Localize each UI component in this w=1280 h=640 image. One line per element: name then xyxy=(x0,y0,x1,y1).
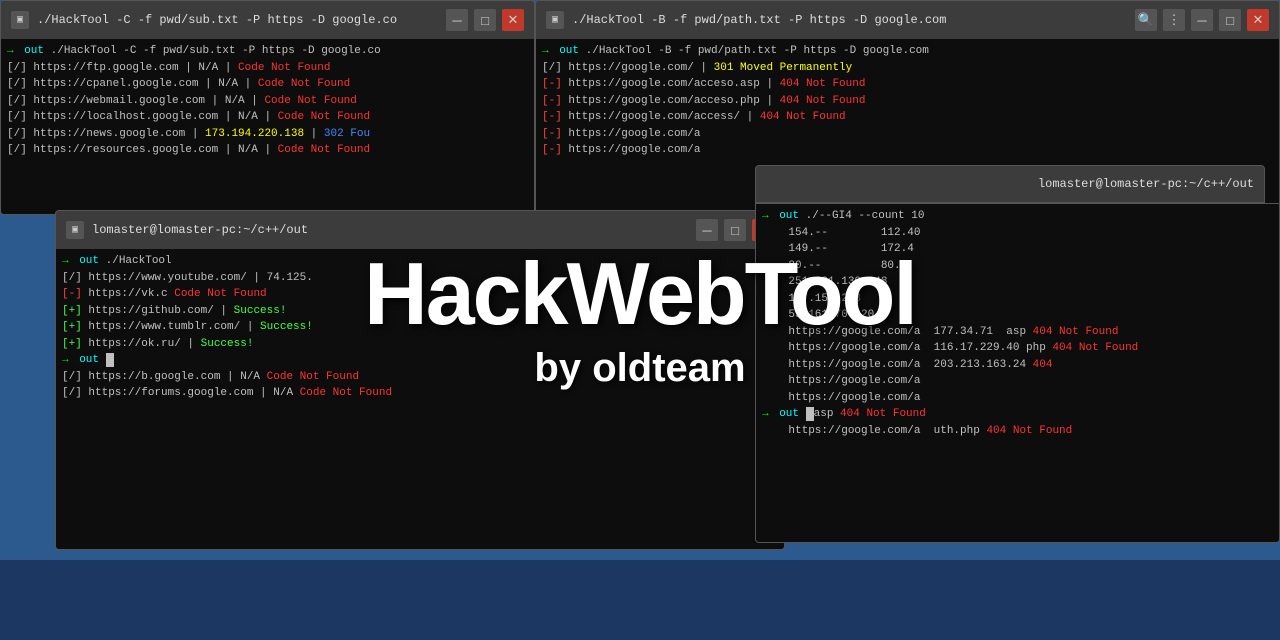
titlebar-controls-2: 🔍 ⋮ ─ □ ✕ xyxy=(1135,9,1269,31)
terminal-body-4: → out ./--GI4 --count 10 154.-- 112.40 1… xyxy=(756,204,1279,542)
terminal-body-1: → out ./HackTool -C -f pwd/sub.txt -P ht… xyxy=(1,39,534,214)
maximize-btn-1[interactable]: □ xyxy=(474,9,496,31)
close-btn-1[interactable]: ✕ xyxy=(502,9,524,31)
terminal-line: [/] https://google.com/ | 301 Moved Perm… xyxy=(542,60,1273,77)
terminal-line: [-] https://vk.c Code Not Found xyxy=(62,286,778,303)
close-btn-2[interactable]: ✕ xyxy=(1247,9,1269,31)
terminal-line: https://google.com/a xyxy=(762,373,1273,390)
terminal-line: [/] https://localhost.google.com | N/A |… xyxy=(7,109,528,126)
terminal-line: https://google.com/a 203.213.163.24 404 xyxy=(762,357,1273,374)
taskbar xyxy=(0,560,1280,640)
titlebar-2: ▣ ./HackTool -B -f pwd/path.txt -P https… xyxy=(536,1,1279,39)
terminal-line: https://google.com/a uth.php 404 Not Fou… xyxy=(762,423,1273,440)
terminal-line: [/] https://www.youtube.com/ | 74.125. xyxy=(62,270,778,287)
terminal-line: 149.-- 172.4 xyxy=(762,241,1273,258)
terminal-line: 55.161.70.220 xyxy=(762,307,1273,324)
terminal-line: → out ./HackTool xyxy=(62,253,778,270)
terminal-line: → out ./HackTool -C -f pwd/sub.txt -P ht… xyxy=(7,43,528,60)
terminal-line: [-] https://google.com/acceso.asp | 404 … xyxy=(542,76,1273,93)
maximize-btn-2[interactable]: □ xyxy=(1219,9,1241,31)
titlebar-3: ▣ lomaster@lomaster-pc:~/c++/out ─ □ ✕ xyxy=(56,211,784,249)
terminal-line: [+] https://github.com/ | Success! xyxy=(62,303,778,320)
terminal-line: https://google.com/a 116.17.229.40 php 4… xyxy=(762,340,1273,357)
titlebar-title-1: ./HackTool -C -f pwd/sub.txt -P https -D… xyxy=(37,13,397,27)
terminal-icon-1: ▣ xyxy=(11,11,29,29)
terminal-window-1[interactable]: ▣ ./HackTool -C -f pwd/sub.txt -P https … xyxy=(0,0,535,215)
terminal-line: [/] https://resources.google.com | N/A |… xyxy=(7,142,528,159)
terminal-line: https://google.com/a xyxy=(762,390,1273,407)
terminal-window-4: → out ./--GI4 --count 10 154.-- 112.40 1… xyxy=(755,203,1280,543)
titlebar-title-2: ./HackTool -B -f pwd/path.txt -P https -… xyxy=(572,13,946,27)
terminal-line: https://google.com/a 177.34.71 asp 404 N… xyxy=(762,324,1273,341)
terminal-window-3[interactable]: ▣ lomaster@lomaster-pc:~/c++/out ─ □ ✕ →… xyxy=(55,210,785,550)
titlebar-1: ▣ ./HackTool -C -f pwd/sub.txt -P https … xyxy=(1,1,534,39)
terminal-icon-2: ▣ xyxy=(546,11,564,29)
titlebar-4: lomaster@lomaster-pc:~/c++/out xyxy=(755,165,1265,203)
terminal-line: 147.154.223 xyxy=(762,291,1273,308)
minimize-btn-3[interactable]: ─ xyxy=(696,219,718,241)
minimize-btn-2[interactable]: ─ xyxy=(1191,9,1213,31)
terminal-line: [/] https://ftp.google.com | N/A | Code … xyxy=(7,60,528,77)
titlebar-title-3: lomaster@lomaster-pc:~/c++/out xyxy=(92,223,308,237)
terminal-line: [-] https://google.com/access/ | 404 Not… xyxy=(542,109,1273,126)
terminal-line: → out ./HackTool -B -f pwd/path.txt -P h… xyxy=(542,43,1273,60)
terminal-line: [/] https://cpanel.google.com | N/A | Co… xyxy=(7,76,528,93)
terminal-line: → out ./--GI4 --count 10 xyxy=(762,208,1273,225)
terminal-line: 154.-- 112.40 xyxy=(762,225,1273,242)
search-btn-2[interactable]: 🔍 xyxy=(1135,9,1157,31)
terminal-line: [/] https://webmail.google.com | N/A | C… xyxy=(7,93,528,110)
terminal-line: [/] https://news.google.com | 173.194.22… xyxy=(7,126,528,143)
terminal-line: [-] https://google.com/a xyxy=(542,142,1273,159)
maximize-btn-3[interactable]: □ xyxy=(724,219,746,241)
titlebar-controls-1: ─ □ ✕ xyxy=(446,9,524,31)
terminal-line: → out xyxy=(62,352,778,369)
minimize-btn-1[interactable]: ─ xyxy=(446,9,468,31)
terminal-line: [/] https://b.google.com | N/A Code Not … xyxy=(62,369,778,386)
terminal-line: [-] https://google.com/acceso.php | 404 … xyxy=(542,93,1273,110)
terminal-line: [/] https://forums.google.com | N/A Code… xyxy=(62,385,778,402)
titlebar-title-4: lomaster@lomaster-pc:~/c++/out xyxy=(1038,177,1254,191)
terminal-line: [+] https://ok.ru/ | Success! xyxy=(62,336,778,353)
terminal-line: 80.-- 80.1 xyxy=(762,258,1273,275)
terminal-line: 251.231.130.248 xyxy=(762,274,1273,291)
menu-btn-2[interactable]: ⋮ xyxy=(1163,9,1185,31)
terminal-line: [+] https://www.tumblr.com/ | Success! xyxy=(62,319,778,336)
terminal-line: [-] https://google.com/a xyxy=(542,126,1273,143)
terminal-icon-3: ▣ xyxy=(66,221,84,239)
terminal-line: → out asp 404 Not Found xyxy=(762,406,1273,423)
terminal-body-3: → out ./HackTool [/] https://www.youtube… xyxy=(56,249,784,549)
